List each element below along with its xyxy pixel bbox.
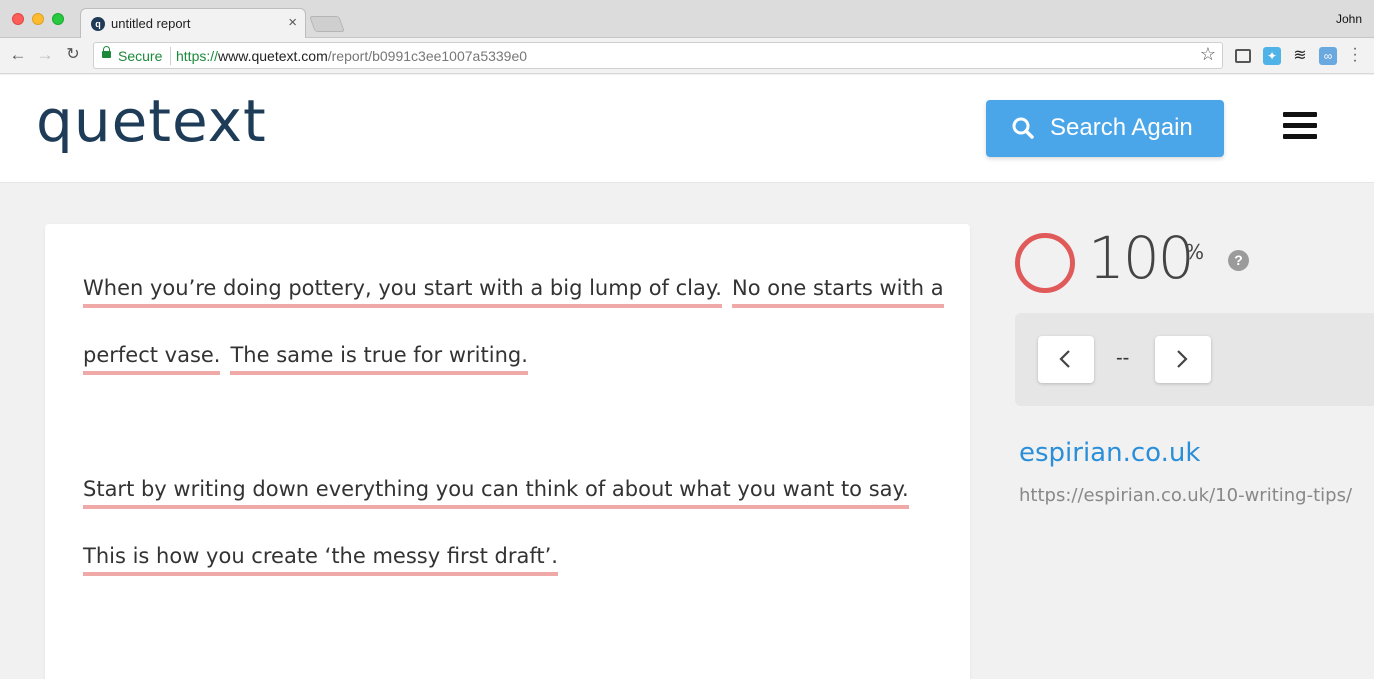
search-icon [1012, 117, 1034, 139]
source-url-link[interactable]: https://espirian.co.uk/10-writing-tips/ [1019, 485, 1352, 506]
quetext-favicon-icon: q [91, 17, 105, 31]
secure-label: Secure [118, 48, 163, 64]
matched-sentence[interactable]: Start by writing down everything you can… [83, 477, 909, 509]
chevron-right-icon [1177, 350, 1188, 368]
back-arrow-icon[interactable]: ← [7, 44, 29, 66]
document-line: When you’re doing pottery, you start wit… [83, 276, 944, 308]
minimize-window-button[interactable] [32, 13, 44, 25]
lock-icon [102, 46, 111, 58]
maximize-window-button[interactable] [52, 13, 64, 25]
browser-menu-icon[interactable]: · · · [1347, 41, 1363, 69]
matched-sentence[interactable]: No one starts with a [731, 276, 944, 308]
link-extension-icon[interactable]: ∞ [1319, 47, 1337, 65]
previous-match-button[interactable] [1038, 336, 1094, 383]
url-path: /report/b0991c3ee1007a5339e0 [327, 48, 528, 64]
score-unit: % [1185, 240, 1205, 264]
match-navigation-panel: -- [1015, 313, 1374, 406]
url-divider [170, 47, 171, 65]
browser-toolbar: ← → ↻ Secure https://www.quetext.com/rep… [0, 38, 1374, 74]
score-value: 100 [1088, 224, 1195, 292]
matched-sentence[interactable]: This is how you create ‘the messy first … [83, 544, 558, 576]
forward-arrow-icon[interactable]: → [34, 44, 56, 66]
tab-title: untitled report [111, 16, 191, 31]
tab-close-icon[interactable]: × [288, 14, 297, 31]
matched-sentence[interactable]: perfect vase. [83, 343, 221, 375]
document-line: Start by writing down everything you can… [83, 477, 909, 509]
reload-icon[interactable]: ↻ [62, 44, 84, 66]
bookmark-star-icon[interactable]: ☆ [1200, 44, 1216, 65]
help-icon[interactable]: ? [1228, 250, 1249, 271]
quetext-logo[interactable]: quetext [36, 87, 267, 155]
layers-extension-icon[interactable]: ≋ [1291, 47, 1309, 65]
url-text[interactable]: https://www.quetext.com/report/b0991c3ee… [176, 48, 527, 64]
next-match-button[interactable] [1155, 336, 1211, 383]
matched-sentence[interactable]: The same is true for writing. [230, 343, 528, 375]
search-again-button[interactable]: Search Again [986, 100, 1224, 157]
url-host: www.quetext.com [218, 48, 328, 64]
url-scheme: https:// [176, 48, 219, 64]
cast-icon[interactable] [1235, 49, 1251, 63]
site-header: quetext Search Again [0, 75, 1374, 183]
browser-tab[interactable]: q untitled report × [80, 8, 306, 39]
document-line: This is how you create ‘the messy first … [83, 544, 558, 576]
chevron-left-icon [1059, 350, 1070, 368]
close-window-button[interactable] [12, 13, 24, 25]
document-line: perfect vase. The same is true for writin… [83, 343, 528, 375]
browser-titlebar: q untitled report × John [0, 0, 1374, 39]
search-again-label: Search Again [1050, 114, 1193, 141]
document-card: When you’re doing pottery, you start wit… [45, 224, 970, 679]
profile-name[interactable]: John [1336, 12, 1362, 26]
match-counter: -- [1116, 347, 1130, 369]
matched-sentence[interactable]: When you’re doing pottery, you start wit… [83, 276, 722, 308]
address-bar[interactable]: Secure https://www.quetext.com/report/b0… [93, 42, 1223, 69]
source-title-link[interactable]: espirian.co.uk [1019, 438, 1200, 468]
twitter-extension-icon[interactable]: ✦ [1263, 47, 1281, 65]
new-tab-button[interactable] [309, 16, 345, 32]
score-ring-icon [1015, 233, 1075, 293]
hamburger-menu-icon[interactable] [1283, 112, 1317, 144]
